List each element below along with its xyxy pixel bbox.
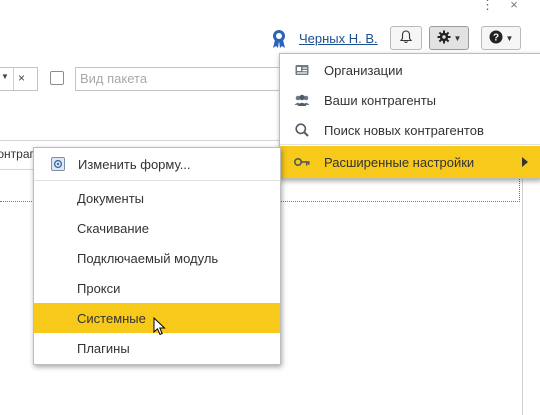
menu-item-download[interactable]: Скачивание bbox=[34, 213, 280, 243]
submenu-arrow-icon bbox=[522, 155, 528, 170]
package-type-checkbox[interactable] bbox=[50, 71, 64, 85]
settings-menu: Организации Ваши контрагенты Поиск новых… bbox=[279, 53, 540, 179]
svg-text:?: ? bbox=[492, 32, 498, 43]
menu-item-label: Прокси bbox=[77, 280, 121, 296]
chevron-down-icon: ▼ bbox=[505, 33, 514, 43]
menu-item-label: Плагины bbox=[77, 340, 130, 356]
menu-divider bbox=[280, 144, 540, 145]
settings-button[interactable]: ▼ bbox=[429, 26, 469, 50]
help-button[interactable]: ? ▼ bbox=[481, 26, 521, 50]
menu-divider bbox=[34, 180, 280, 181]
menu-item-label: Поиск новых контрагентов bbox=[324, 122, 484, 138]
filter-combo[interactable]: ▼ × bbox=[0, 67, 38, 91]
menu-item-change-form[interactable]: Изменить форму... bbox=[34, 150, 280, 178]
more-options-icon[interactable]: ⋮ bbox=[481, 0, 494, 11]
menu-item-label: Подключаемый модуль bbox=[77, 250, 219, 266]
menu-item-label: Расширенные настройки bbox=[324, 154, 475, 170]
organization-card-icon bbox=[294, 62, 310, 78]
chevron-down-icon[interactable]: ▼ bbox=[1, 72, 9, 81]
menu-item-search-counterparties[interactable]: Поиск новых контрагентов bbox=[280, 116, 540, 144]
menu-item-label: Системные bbox=[77, 310, 146, 326]
menu-item-plugins[interactable]: Плагины bbox=[34, 333, 280, 363]
menu-item-proxy[interactable]: Прокси bbox=[34, 273, 280, 303]
package-type-input[interactable]: Вид пакета bbox=[75, 67, 285, 91]
gear-icon bbox=[437, 30, 451, 47]
menu-item-your-counterparties[interactable]: Ваши контрагенты bbox=[280, 86, 540, 114]
menu-item-label: Изменить форму... bbox=[78, 156, 191, 172]
divider bbox=[13, 68, 14, 90]
key-icon bbox=[294, 154, 310, 170]
form-settings-icon bbox=[50, 156, 66, 172]
menu-item-label: Документы bbox=[77, 190, 145, 206]
menu-item-label: Ваши контрагенты bbox=[324, 92, 437, 108]
menu-item-label: Организации bbox=[324, 62, 403, 78]
menu-item-label: Скачивание bbox=[77, 220, 150, 236]
award-badge-icon bbox=[270, 29, 288, 49]
people-group-icon bbox=[294, 92, 310, 108]
bell-icon bbox=[399, 29, 413, 47]
menu-item-plugin-module[interactable]: Подключаемый модуль bbox=[34, 243, 280, 273]
menu-item-advanced-settings[interactable]: Расширенные настройки bbox=[280, 146, 540, 178]
user-name-link[interactable]: Черных Н. В. bbox=[299, 30, 378, 48]
chevron-down-icon: ▼ bbox=[453, 33, 462, 43]
notifications-button[interactable] bbox=[390, 26, 422, 50]
menu-item-organizations[interactable]: Организации bbox=[280, 56, 540, 84]
mouse-cursor-icon bbox=[153, 316, 167, 337]
clear-icon[interactable]: × bbox=[18, 71, 25, 85]
close-icon[interactable]: × bbox=[506, 0, 522, 12]
search-icon bbox=[294, 122, 310, 138]
menu-item-documents[interactable]: Документы bbox=[34, 183, 280, 213]
table-right-border bbox=[522, 170, 523, 415]
question-circle-icon: ? bbox=[489, 30, 503, 47]
